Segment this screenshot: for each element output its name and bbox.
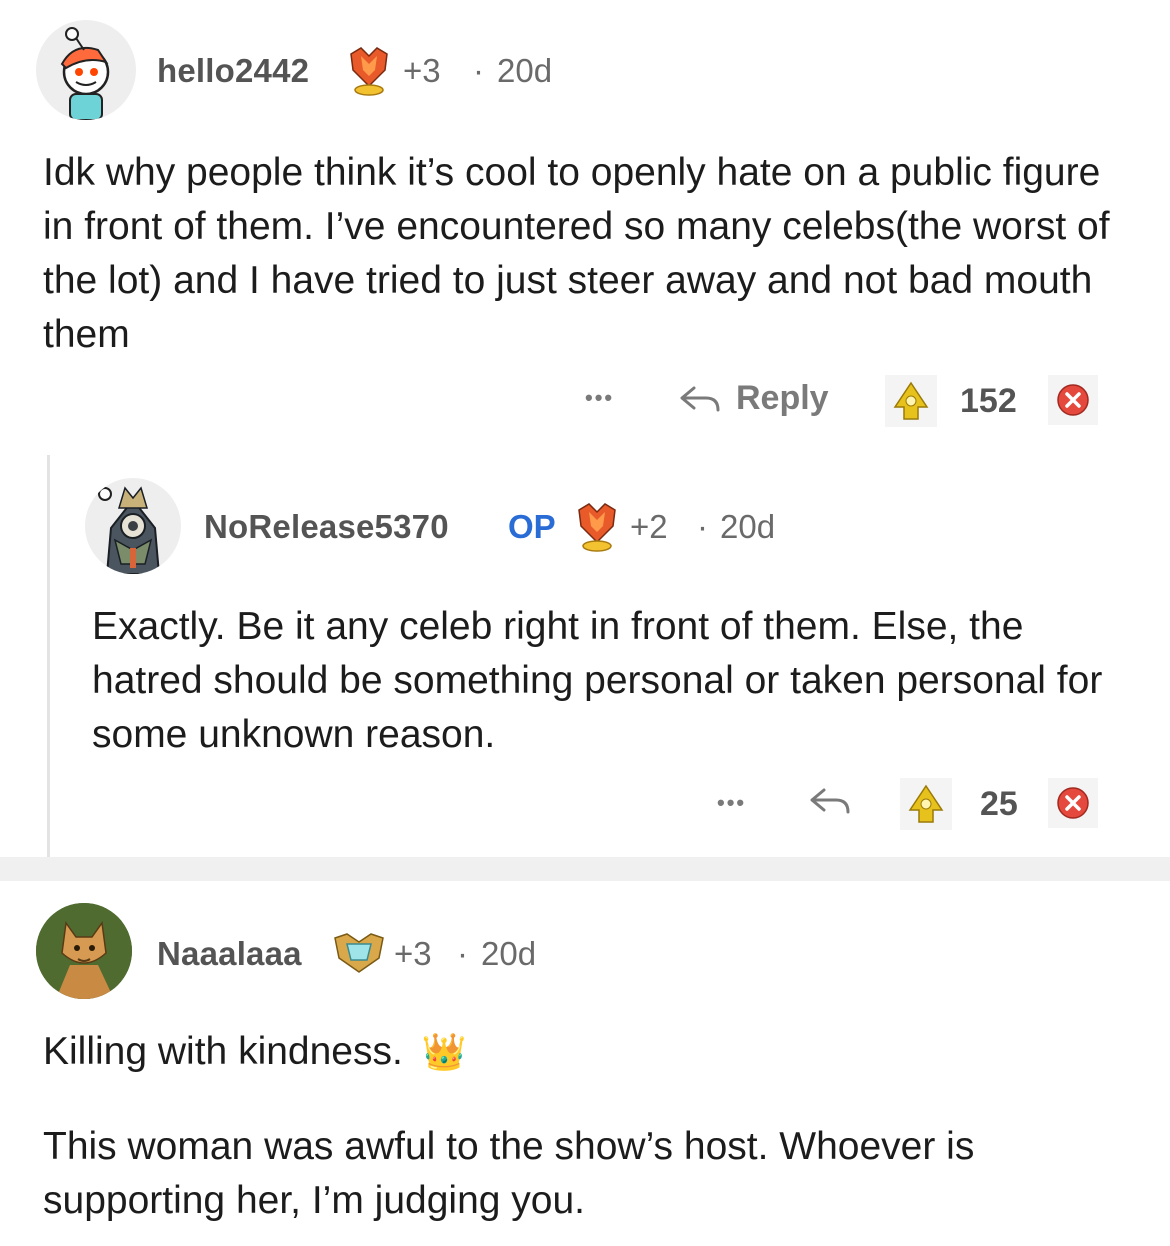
comment-body: Idk why people think it’s cool to openly… <box>43 151 1110 356</box>
comment-age: 20d <box>720 508 776 545</box>
reply-arrow-icon <box>680 386 720 411</box>
separator-dot: · <box>473 52 484 89</box>
reply-arrow-icon <box>810 788 850 814</box>
separator-dot: · <box>697 508 708 545</box>
comment-body-line1: Killing with kindness. 👑 <box>43 1025 1133 1079</box>
award-count: +2 <box>630 508 668 545</box>
more-options-button[interactable]: ••• <box>717 790 746 816</box>
more-options-icon: ••• <box>717 790 747 815</box>
award-badge-icon[interactable] <box>333 930 385 976</box>
upvote-button[interactable] <box>900 778 952 830</box>
downvote-icon <box>1057 787 1089 819</box>
comment-body: Exactly. Be it any celeb right in front … <box>92 605 1103 756</box>
award-count: +3 <box>403 52 441 89</box>
avatar[interactable] <box>36 20 136 120</box>
award-count: +3 <box>394 935 432 972</box>
award-badge-icon[interactable] <box>573 500 621 554</box>
separator-dot: · <box>457 935 468 972</box>
more-options-icon: ••• <box>585 385 615 410</box>
avatar[interactable] <box>85 478 181 574</box>
username[interactable]: hello2442 <box>157 52 309 90</box>
comment-age: 20d <box>481 935 537 972</box>
award-badge-icon[interactable] <box>345 44 393 98</box>
thread-divider <box>0 857 1170 881</box>
op-badge: OP <box>508 508 556 545</box>
reply-button[interactable]: Reply <box>678 379 829 418</box>
reply-label: Reply <box>736 379 829 417</box>
lioness-avatar-icon <box>36 903 132 999</box>
upvote-button[interactable] <box>885 375 937 427</box>
vote-count: 152 <box>960 382 1017 420</box>
crown-emoji: 👑 <box>421 1031 467 1072</box>
downvote-button[interactable] <box>1048 778 1098 828</box>
comment-body-line2: This woman was awful to the show’s host.… <box>43 1125 975 1222</box>
reply-button[interactable] <box>808 784 854 818</box>
username[interactable]: Naaalaaa <box>157 935 302 973</box>
vote-count: 25 <box>980 785 1018 823</box>
more-options-button[interactable]: ••• <box>585 385 614 411</box>
upvote-icon <box>908 784 944 823</box>
comment-age: 20d <box>497 52 553 89</box>
thread-line[interactable] <box>47 455 50 857</box>
avatar[interactable] <box>36 903 132 999</box>
armored-avatar-icon <box>98 486 161 574</box>
downvote-button[interactable] <box>1048 375 1098 425</box>
upvote-icon <box>893 381 929 420</box>
downvote-icon <box>1057 384 1089 416</box>
snoo-avatar-icon <box>60 27 110 120</box>
comment-text: Killing with kindness. <box>43 1030 403 1073</box>
username[interactable]: NoRelease5370 <box>204 508 449 546</box>
